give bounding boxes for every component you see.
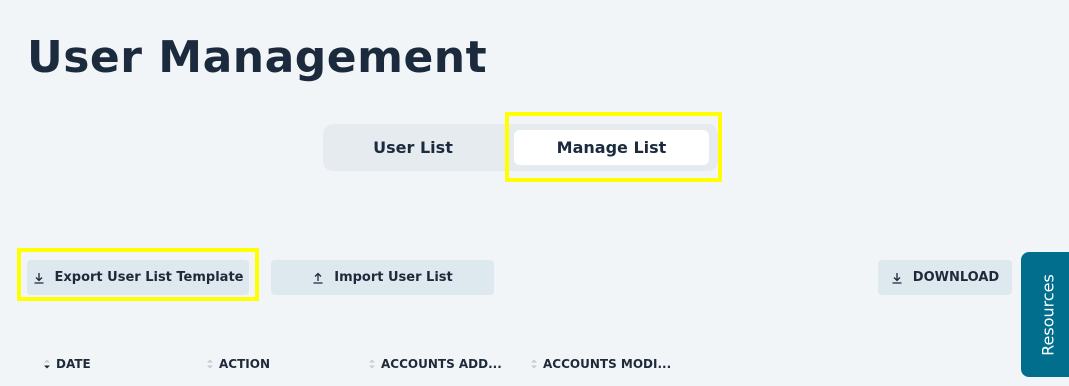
download-icon — [892, 272, 902, 284]
tab-user-list[interactable]: User List — [323, 124, 503, 171]
import-user-list-button[interactable]: Import User List — [271, 260, 494, 295]
import-button-label: Import User List — [334, 270, 453, 285]
column-header-label: ACCOUNTS ADD... — [381, 357, 502, 371]
column-header-action[interactable]: ACTION — [206, 357, 270, 371]
column-header-accounts-modified[interactable]: ACCOUNTS MODI... — [530, 357, 671, 371]
resources-tab[interactable]: Resources — [1021, 252, 1069, 377]
sort-icon — [531, 359, 537, 369]
column-header-label: DATE — [56, 357, 91, 371]
column-header-label: ACCOUNTS MODI... — [543, 357, 672, 371]
highlight-box-export — [17, 248, 259, 301]
sort-icon — [207, 359, 213, 369]
sort-icon — [369, 359, 375, 369]
highlight-box-manage-list — [505, 112, 722, 182]
download-button[interactable]: DOWNLOAD — [878, 260, 1012, 295]
column-header-date[interactable]: DATE — [43, 357, 91, 371]
page-title: User Management — [27, 32, 488, 83]
resources-label: Resources — [1038, 273, 1058, 356]
sort-descending-icon — [44, 359, 50, 369]
download-button-label: DOWNLOAD — [912, 270, 1000, 285]
upload-icon — [313, 272, 323, 284]
column-header-label: ACTION — [219, 357, 270, 371]
column-header-accounts-added[interactable]: ACCOUNTS ADD... — [368, 357, 502, 371]
